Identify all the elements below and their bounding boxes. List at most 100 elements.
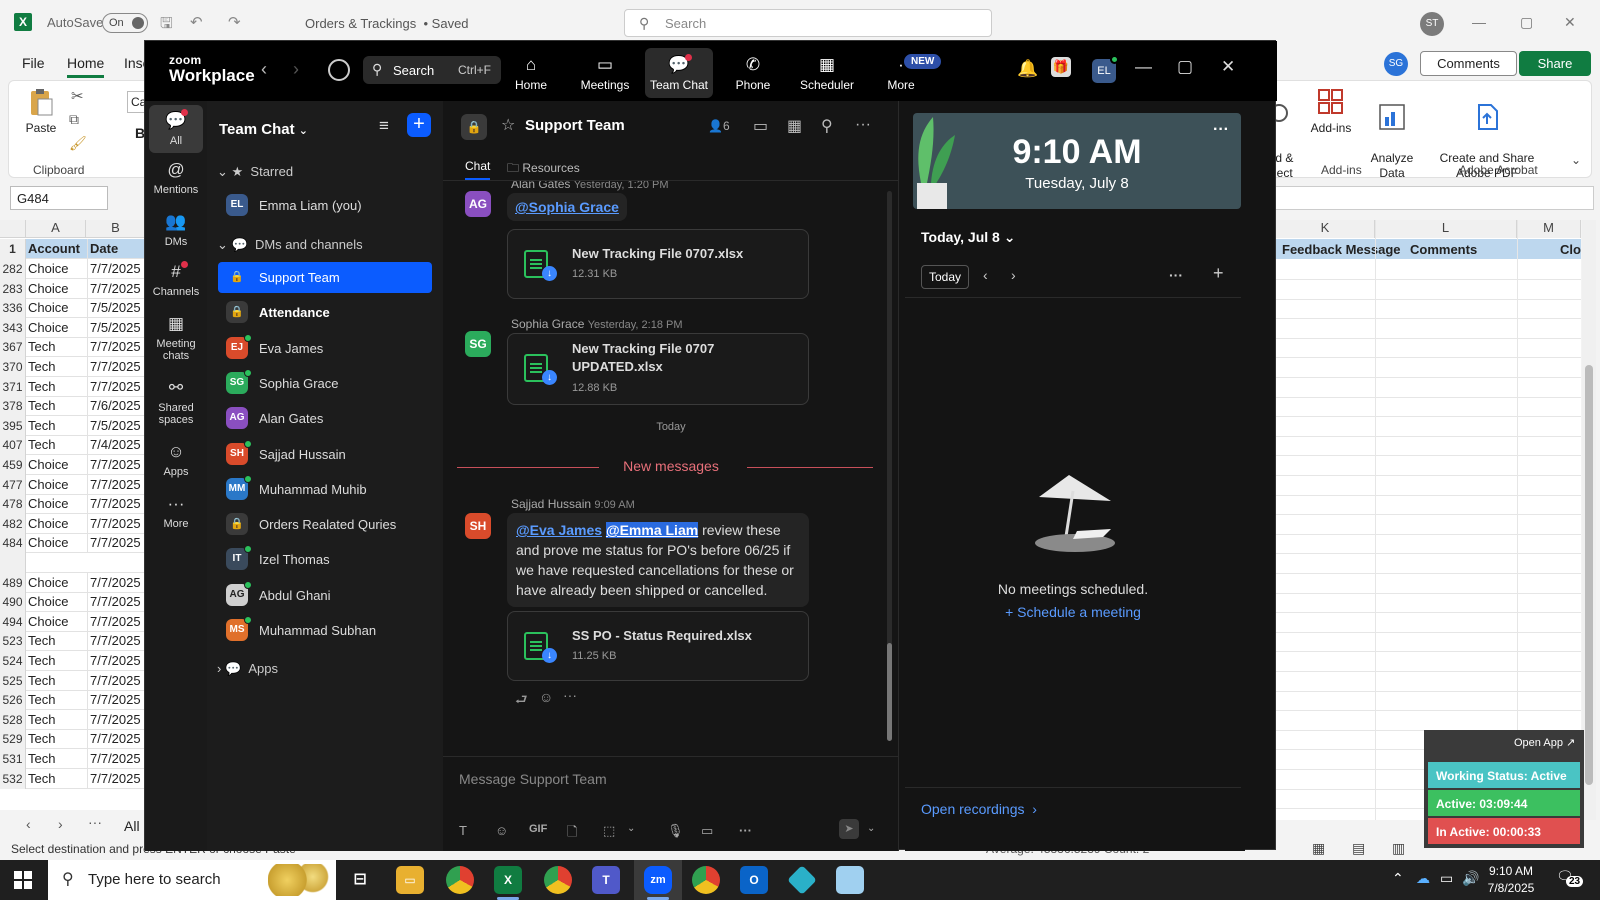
message-composer[interactable]: Message Support Team T ☺ GIF 🗋 ⬚ ⌄ 🎙 ▭ ·… — [443, 756, 899, 851]
windows-start-icon[interactable] — [14, 871, 32, 889]
rail-dms[interactable]: 👥 DMs — [145, 211, 207, 248]
zoom-taskbar-icon[interactable]: zm — [644, 866, 672, 894]
table-row[interactable]: 336 Choice 7/5/2025 — [0, 298, 146, 319]
ribbon-collapse-icon[interactable]: ⌄ — [1571, 153, 1581, 167]
minimize-icon[interactable]: — — [1135, 57, 1152, 77]
excel-search-input[interactable]: ⚲ Search — [624, 9, 992, 37]
cell-account[interactable]: Tech — [28, 671, 55, 691]
more-icon[interactable]: ··· — [739, 823, 752, 838]
mention-link[interactable]: @Eva James — [516, 522, 602, 538]
minimize-icon[interactable]: — — [1472, 14, 1486, 30]
row-number[interactable]: 459 — [0, 455, 26, 475]
video-message-icon[interactable]: ▭ — [701, 823, 713, 839]
row-number[interactable]: 395 — [0, 415, 26, 436]
grid-row-line[interactable] — [1276, 416, 1581, 418]
tab-phone[interactable]: ✆ Phone — [719, 48, 787, 98]
cell-date[interactable]: 7/7/2025 — [87, 513, 141, 534]
cell-account[interactable]: Tech — [28, 710, 55, 730]
schedule-meeting-link[interactable]: + Schedule a meeting — [905, 604, 1241, 620]
grid-row-line[interactable] — [1276, 671, 1581, 672]
row-number[interactable]: 343 — [0, 317, 26, 338]
cell-date[interactable]: 7/6/2025 — [87, 396, 141, 417]
avatar[interactable]: AG — [465, 191, 491, 217]
grid-row-line[interactable] — [1276, 455, 1581, 457]
new-chat-button[interactable]: + — [407, 113, 431, 137]
cell-date[interactable]: 7/7/2025 — [87, 768, 141, 789]
avatar[interactable]: SG — [465, 331, 491, 357]
sheet-next-icon[interactable]: › — [58, 816, 63, 832]
cell-account[interactable]: Tech — [28, 337, 55, 357]
chrome-icon[interactable] — [692, 866, 720, 894]
section-starred[interactable]: ⌄ ★ Starred — [217, 164, 293, 180]
tab-meetings[interactable]: ▭ Meetings — [571, 48, 639, 98]
sidebar-title[interactable]: Team Chat ⌄ — [219, 121, 308, 138]
table-row[interactable]: 395 Tech 7/5/2025 — [0, 415, 146, 436]
header-closed[interactable]: Clo — [1560, 242, 1581, 257]
file-attachment[interactable]: ↓ New Tracking File 0707 UPDATED.xlsx 12… — [507, 333, 809, 405]
table-row[interactable]: 528 Tech 7/7/2025 — [0, 709, 146, 730]
more-icon[interactable]: ··· — [1169, 267, 1183, 283]
screenshot-icon[interactable]: ⬚ — [603, 823, 615, 839]
file-attachment[interactable]: ↓ SS PO - Status Required.xlsx 11.25 KB — [507, 611, 809, 681]
grid-row-line[interactable] — [1276, 514, 1581, 516]
grid-row-line[interactable] — [1276, 592, 1581, 594]
cell-date[interactable]: 7/5/2025 — [87, 317, 141, 338]
addins-button[interactable]: Add-ins — [1303, 87, 1359, 136]
table-row[interactable]: 482 Choice 7/7/2025 — [0, 513, 146, 534]
row-number[interactable]: 378 — [0, 396, 26, 417]
close-icon[interactable]: ✕ — [1221, 57, 1235, 77]
scrollbar-thumb[interactable] — [1585, 365, 1593, 785]
cell-date[interactable]: 7/5/2025 — [87, 415, 141, 436]
rail-shared-spaces[interactable]: ⚯ Shared spaces — [145, 377, 207, 426]
microphone-icon[interactable]: 🎙 — [667, 823, 684, 839]
sheet-more-icon[interactable]: ··· — [88, 814, 102, 830]
autosave-toggle[interactable]: On — [102, 13, 148, 33]
grid-row-line[interactable] — [1276, 573, 1581, 574]
section-apps[interactable]: › 💬 Apps — [217, 661, 278, 677]
cell-account[interactable]: Tech — [28, 396, 55, 416]
cell-date[interactable]: 7/7/2025 — [87, 494, 141, 515]
cell-date[interactable]: 7/7/2025 — [87, 729, 141, 750]
row-number[interactable]: 482 — [0, 513, 26, 534]
zoom-search-box[interactable]: ⚲ Search Ctrl+F — [363, 56, 501, 84]
sheet-tab-all[interactable]: All — [124, 818, 140, 834]
analyze-data-button[interactable]: Analyze Data — [1363, 87, 1421, 181]
rail-mentions[interactable]: @ Mentions — [145, 159, 207, 196]
network-icon[interactable]: ▭ — [1440, 870, 1453, 887]
grid-row-line[interactable] — [1276, 318, 1581, 320]
document-title[interactable]: Orders & Trackings • Saved — [305, 16, 469, 31]
cut-icon[interactable]: ✂ — [71, 87, 84, 105]
cell-account[interactable]: Choice — [28, 494, 68, 514]
undo-icon[interactable]: ↶ — [190, 13, 203, 31]
header-date[interactable]: Date — [87, 239, 118, 259]
table-row[interactable]: 343 Choice 7/5/2025 — [0, 317, 146, 338]
chrome-icon[interactable] — [446, 866, 474, 894]
emoji-react-icon[interactable]: ☺ — [539, 689, 553, 705]
table-row[interactable]: 524 Tech 7/7/2025 — [0, 651, 146, 671]
notification-center-icon[interactable]: 🗨 23 — [1556, 868, 1584, 887]
send-button[interactable]: ➤ — [839, 819, 859, 839]
cell-account[interactable]: Tech — [28, 631, 55, 651]
select-all-corner[interactable] — [0, 220, 26, 238]
cell-date[interactable]: 7/7/2025 — [87, 572, 141, 593]
header-account[interactable]: Account — [28, 239, 80, 259]
format-painter-icon[interactable]: 🖌 — [69, 135, 87, 152]
cell-account[interactable]: Choice — [28, 279, 68, 299]
grid-row-line[interactable] — [1276, 337, 1581, 339]
row-number[interactable]: 532 — [0, 768, 26, 789]
history-icon[interactable] — [328, 59, 350, 81]
comments-button[interactable]: Comments — [1420, 51, 1517, 76]
cell-account[interactable]: Tech — [28, 690, 55, 710]
table-row[interactable]: 478 Choice 7/7/2025 — [0, 494, 146, 515]
cell-date[interactable]: 7/5/2025 — [87, 298, 141, 319]
row-number[interactable]: 336 — [0, 298, 26, 319]
cell-date[interactable]: 7/7/2025 — [87, 592, 141, 613]
text-format-icon[interactable]: T — [459, 823, 467, 838]
menu-home[interactable]: Home — [67, 55, 105, 78]
maximize-icon[interactable]: ▢ — [1177, 57, 1193, 77]
cell-account[interactable]: Choice — [28, 455, 68, 475]
rail-more[interactable]: ··· More — [145, 493, 207, 530]
calendar-icon[interactable]: ▦ — [787, 116, 802, 136]
table-row[interactable]: 367 Tech 7/7/2025 — [0, 337, 146, 358]
cell-account[interactable]: Tech — [28, 729, 55, 749]
